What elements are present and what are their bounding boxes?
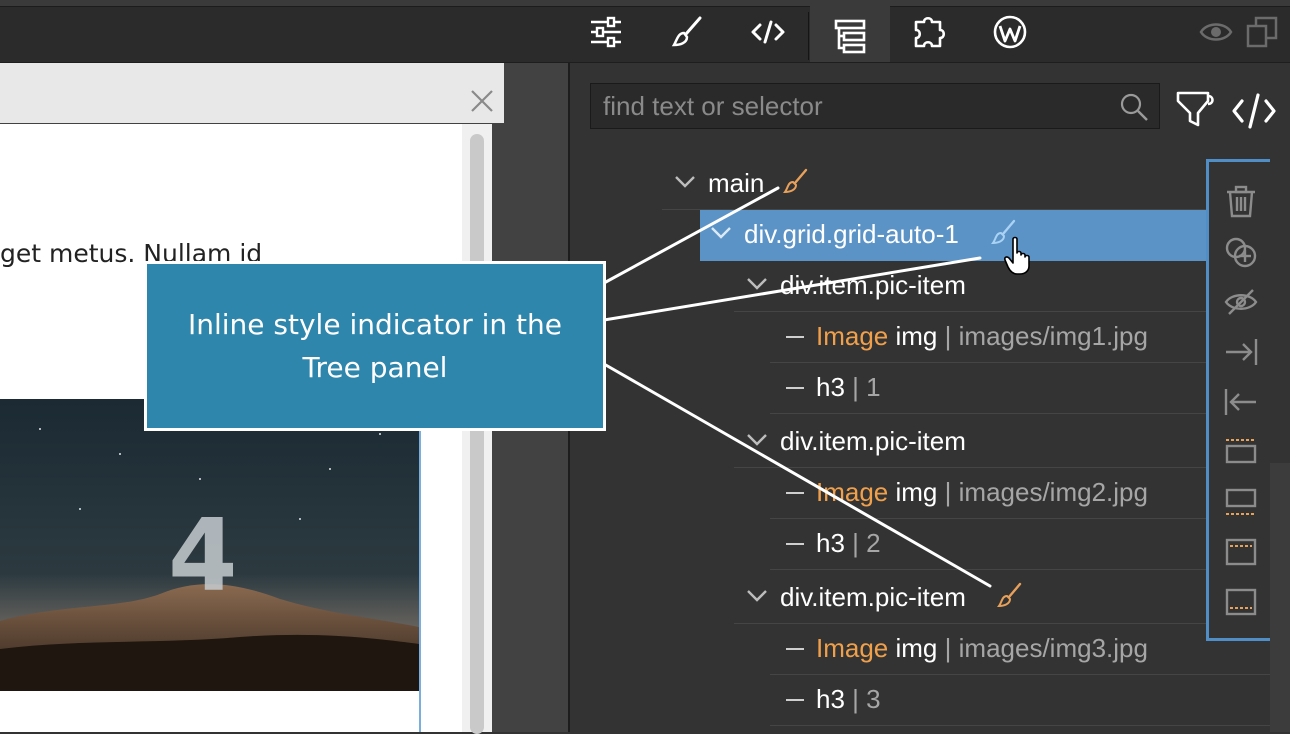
chevron-down-icon[interactable] — [674, 175, 696, 189]
night-mountain-photo[interactable]: 4 — [0, 399, 419, 691]
hand-pointer-icon — [1004, 236, 1030, 275]
puzzle-icon[interactable] — [912, 14, 948, 50]
tree-row-img1[interactable]: Image img | images/img1.jpg — [770, 312, 1270, 363]
trash-icon[interactable] — [1223, 184, 1259, 220]
top-strip — [0, 0, 1290, 7]
wordpress-icon[interactable] — [992, 14, 1028, 50]
text-value: 3 — [866, 684, 881, 714]
indent-icon[interactable] — [1223, 334, 1259, 370]
separator: | — [944, 477, 952, 507]
component-name: Image — [816, 477, 889, 507]
tree-leaf-text: Image img | images/img1.jpg — [816, 321, 1148, 352]
chevron-down-icon[interactable] — [746, 277, 768, 291]
tree-row-img3[interactable]: Image img | images/img3.jpg — [770, 624, 1270, 675]
wrap-top-icon[interactable] — [1223, 534, 1259, 570]
tree-icon — [834, 19, 866, 54]
chevron-down-icon[interactable] — [710, 226, 732, 240]
photo-number: 4 — [168, 497, 238, 614]
tag-name: h3 — [816, 528, 845, 558]
search-icon[interactable] — [1119, 92, 1149, 122]
tree-row-pic-item-1[interactable]: div.item.pic-item — [734, 261, 1270, 312]
toolbar-separator — [808, 12, 809, 60]
filter-icon[interactable] — [1174, 87, 1218, 131]
tree-tab[interactable] — [810, 6, 890, 62]
leaf-dash — [786, 387, 804, 389]
tree-row-pic-item-2[interactable]: div.item.pic-item — [734, 417, 1270, 468]
tree-node-label: div.item.pic-item — [780, 426, 966, 456]
selection-outline — [419, 398, 421, 732]
tree-scrollbar[interactable] — [1270, 463, 1290, 732]
component-name: Image — [816, 633, 889, 663]
top-toolbar — [0, 0, 1290, 63]
canvas-scroll-thumb[interactable] — [470, 134, 484, 734]
component-name: Image — [816, 321, 889, 351]
outdent-icon[interactable] — [1223, 384, 1259, 420]
hide-icon[interactable] — [1223, 284, 1259, 320]
tag-name: img — [895, 321, 938, 351]
tree-row-pic-item-3[interactable]: div.item.pic-item — [734, 573, 1270, 624]
inline-style-brush-icon — [997, 582, 1022, 608]
separator: | — [852, 684, 859, 714]
tree-row-grid[interactable]: div.grid.grid-auto-1 — [700, 210, 1206, 261]
annotation-callout: Inline style indicator in the Tree panel — [144, 261, 606, 431]
tree-leaf-text: Image img | images/img3.jpg — [816, 633, 1148, 664]
callout-text: Inline style indicator in the Tree panel — [187, 308, 562, 384]
tree-row-h3-3[interactable]: h3 | 3 — [770, 675, 1270, 726]
attribute-value: images/img2.jpg — [958, 477, 1148, 507]
tree-panel: main div.grid.grid-auto-1 div.item.pic-i… — [570, 63, 1290, 732]
canvas-header — [0, 63, 504, 123]
close-icon[interactable] — [466, 85, 498, 117]
search-input[interactable] — [591, 84, 1135, 128]
leaf-dash — [786, 492, 804, 494]
leaf-dash — [786, 699, 804, 701]
separator: | — [852, 528, 859, 558]
tag-name: img — [895, 477, 938, 507]
sliders-icon[interactable] — [588, 14, 624, 50]
inline-style-brush-icon — [783, 168, 808, 194]
wrap-bottom-icon[interactable] — [1223, 584, 1259, 620]
tree-leaf-text: h3 | 2 — [816, 528, 881, 559]
leaf-dash — [786, 648, 804, 650]
code-icon[interactable] — [750, 14, 786, 50]
separator: | — [852, 372, 859, 402]
text-value: 2 — [866, 528, 881, 558]
separator: | — [944, 321, 952, 351]
tree-node-label: div.grid.grid-auto-1 — [744, 219, 959, 249]
chevron-down-icon[interactable] — [746, 589, 768, 603]
move-down-icon[interactable] — [1223, 484, 1259, 520]
attribute-value: images/img1.jpg — [958, 321, 1148, 351]
tree-node-label: main — [708, 168, 765, 198]
tree-leaf-text: Image img | images/img2.jpg — [816, 477, 1148, 508]
attribute-value: images/img3.jpg — [958, 633, 1148, 663]
text-value: 1 — [866, 372, 881, 402]
code-view-icon[interactable] — [1230, 91, 1278, 131]
leaf-dash — [786, 543, 804, 545]
add-circle-icon[interactable] — [1223, 234, 1259, 270]
tree-leaf-text: h3 | 1 — [816, 372, 881, 403]
duplicate-icon[interactable] — [1244, 14, 1280, 50]
search-box — [590, 83, 1160, 129]
tree-actions-toolbar — [1206, 159, 1270, 641]
leaf-dash — [786, 336, 804, 338]
tag-name: img — [895, 633, 938, 663]
separator: | — [944, 633, 952, 663]
eye-icon[interactable] — [1198, 14, 1234, 50]
tag-name: h3 — [816, 372, 845, 402]
tree-row-img2[interactable]: Image img | images/img2.jpg — [770, 468, 1270, 519]
tree-row-h3-1[interactable]: h3 | 1 — [770, 363, 1270, 414]
tree-row-main[interactable]: main — [662, 159, 1206, 210]
tag-name: h3 — [816, 684, 845, 714]
tree-node-label: div.item.pic-item — [780, 270, 966, 300]
tree-node-label: div.item.pic-item — [780, 582, 966, 612]
chevron-down-icon[interactable] — [746, 433, 768, 447]
tree-leaf-text: h3 | 3 — [816, 684, 881, 715]
tree-row-h3-2[interactable]: h3 | 2 — [770, 519, 1270, 570]
move-up-icon[interactable] — [1223, 434, 1259, 470]
brush-icon[interactable] — [670, 14, 706, 50]
